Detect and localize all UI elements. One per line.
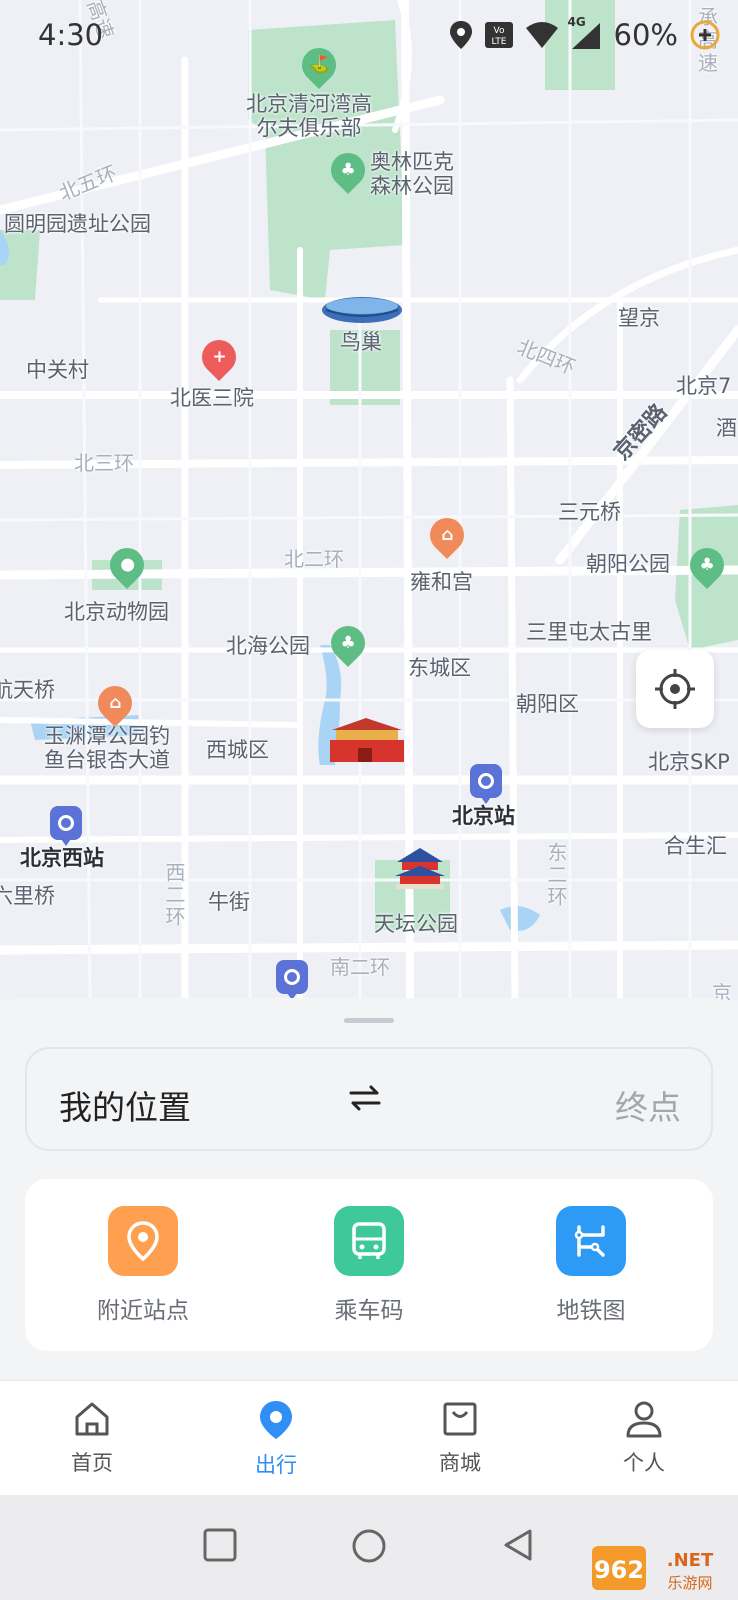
map-view[interactable]: ⛳ ♣ + ⌂ ● ♣ ♣ ⌂ 北京清河湾高 尔夫俱乐部 奥林匹克 森林公园 圆… xyxy=(0,0,738,1000)
map-label-beijing-skp[interactable]: 北京SKP xyxy=(648,750,730,774)
svg-text:乐游网: 乐游网 xyxy=(667,1574,712,1592)
tab-home[interactable]: 首页 xyxy=(32,1399,152,1477)
map-label-wangjing[interactable]: 望京 xyxy=(618,306,660,330)
map-label-west-2nd-ring: 西二环 xyxy=(162,862,186,928)
locate-me-button[interactable] xyxy=(636,650,714,728)
watermark-logo: 962 .NET 乐游网 xyxy=(592,1546,714,1592)
map-label-chaoyang-park[interactable]: 朝阳公园 xyxy=(586,552,670,576)
square-icon xyxy=(203,1528,237,1562)
map-label-jiu[interactable]: 酒 xyxy=(716,416,737,440)
map-label-chaoyang[interactable]: 朝阳区 xyxy=(516,692,579,716)
svg-text:962: 962 xyxy=(594,1556,644,1584)
map-label-south-2nd-ring: 南二环 xyxy=(330,955,390,979)
recents-button[interactable] xyxy=(202,1527,238,1567)
map-label-birds-nest[interactable]: 鸟巢 xyxy=(340,330,382,354)
quick-label-subway-map: 地铁图 xyxy=(556,1298,626,1324)
map-label-liuliqiao[interactable]: 六里桥 xyxy=(0,884,55,908)
beijing-station-icon[interactable] xyxy=(470,764,502,804)
triangle-back-icon xyxy=(504,1529,532,1561)
svg-text:Vo: Vo xyxy=(493,26,504,36)
map-label-beijing-7[interactable]: 北京7 xyxy=(676,374,731,398)
wifi-icon xyxy=(525,22,558,48)
map-label-beiyi-hospital[interactable]: 北医三院 xyxy=(170,386,254,410)
map-label-beihai-park[interactable]: 北海公园 xyxy=(226,634,310,658)
route-origin[interactable]: 我的位置 xyxy=(59,1081,191,1129)
svg-text:LTE: LTE xyxy=(491,37,506,47)
map-label-yuanmingyuan[interactable]: 圆明园遗址公园 xyxy=(4,212,151,236)
route-search-bar[interactable]: 我的位置 终点 xyxy=(25,1047,713,1151)
sheet-drag-handle[interactable] xyxy=(344,1018,394,1023)
map-label-dongcheng[interactable]: 东城区 xyxy=(408,656,471,680)
ride-code-button[interactable]: 乘车码 xyxy=(289,1206,449,1336)
map-label-sanyuanqiao[interactable]: 三元桥 xyxy=(558,500,621,524)
bottom-tab-bar: 首页 出行 商城 个人 xyxy=(0,1380,738,1495)
map-label-niujie[interactable]: 牛街 xyxy=(208,890,250,914)
subway-map-button[interactable]: 地铁图 xyxy=(511,1206,671,1336)
swap-icon[interactable] xyxy=(349,1085,381,1115)
map-label-yonghegong[interactable]: 雍和宫 xyxy=(410,570,473,594)
map-label-north-3rd-ring: 北三环 xyxy=(74,451,134,475)
circle-icon xyxy=(352,1529,386,1563)
route-destination[interactable]: 终点 xyxy=(615,1081,681,1129)
tab-profile[interactable]: 个人 xyxy=(584,1399,704,1477)
svg-text:.NET: .NET xyxy=(667,1550,714,1571)
tab-label-profile: 个人 xyxy=(623,1451,665,1475)
map-label-xicheng[interactable]: 西城区 xyxy=(206,738,269,762)
map-label-beijing-station[interactable]: 北京站 xyxy=(452,804,515,828)
status-icons: Vo LTE 4G 60% xyxy=(449,15,720,52)
map-label-yuyuantan[interactable]: 玉渊潭公园钓 鱼台银杏大道 xyxy=(44,724,170,772)
map-label-tianqiao[interactable]: 航天桥 xyxy=(0,678,55,702)
beijing-west-station-icon[interactable] xyxy=(50,806,82,846)
quick-label-nearby: 附近站点 xyxy=(97,1298,189,1324)
tab-label-shop: 商城 xyxy=(439,1451,481,1475)
tab-shop[interactable]: 商城 xyxy=(400,1399,520,1477)
quick-label-ride-code: 乘车码 xyxy=(334,1298,404,1324)
back-button[interactable] xyxy=(500,1527,536,1567)
map-label-temple-of-heaven[interactable]: 天坛公园 xyxy=(374,912,458,936)
map-label-golf[interactable]: 北京清河湾高 尔夫俱乐部 xyxy=(246,92,372,140)
person-icon xyxy=(626,1401,662,1438)
map-label-north-2nd-ring: 北二环 xyxy=(284,547,344,571)
map-label-sanlitun[interactable]: 三里屯太古里 xyxy=(526,620,652,644)
map-label-beijing-west[interactable]: 北京西站 xyxy=(20,846,104,870)
tab-label-home: 首页 xyxy=(71,1451,113,1475)
map-label-olympic-park[interactable]: 奥林匹克 森林公园 xyxy=(370,150,454,198)
location-icon xyxy=(449,21,472,49)
status-time: 4:30 xyxy=(38,18,104,52)
bus-icon xyxy=(334,1206,404,1276)
signal-icon: 4G xyxy=(568,15,602,49)
subway-map-icon xyxy=(556,1206,626,1276)
map-label-east-2nd-ring: 东二环 xyxy=(544,842,568,908)
volte-icon: Vo LTE xyxy=(484,21,514,49)
battery-saver-icon xyxy=(690,20,720,50)
map-label-hesheng[interactable]: 合生汇 xyxy=(664,834,727,858)
system-navigation-bar: 962 .NET 乐游网 xyxy=(0,1495,738,1600)
travel-pin-icon xyxy=(260,1401,292,1439)
home-nav-button[interactable] xyxy=(350,1527,388,1569)
quick-actions-card: 附近站点 乘车码 地铁图 xyxy=(25,1179,713,1351)
network-type: 4G xyxy=(567,15,586,29)
tab-label-travel: 出行 xyxy=(255,1453,297,1477)
crosshair-icon xyxy=(655,669,695,709)
nearby-stations-button[interactable]: 附近站点 xyxy=(63,1206,223,1336)
shop-bag-icon xyxy=(443,1402,477,1436)
station-icon[interactable] xyxy=(276,960,308,1000)
map-base xyxy=(0,0,738,1000)
home-icon xyxy=(75,1402,109,1436)
map-label-zhongguancun[interactable]: 中关村 xyxy=(26,358,89,382)
map-label-beijing-zoo[interactable]: 北京动物园 xyxy=(64,600,169,624)
bottom-sheet: 我的位置 终点 附近站点 乘车码 地铁图 xyxy=(0,998,738,1380)
location-pin-icon xyxy=(108,1206,178,1276)
status-bar: 4:30 Vo LTE 4G 60% xyxy=(0,0,738,76)
tab-travel[interactable]: 出行 xyxy=(216,1399,336,1479)
battery-text: 60% xyxy=(613,18,678,52)
